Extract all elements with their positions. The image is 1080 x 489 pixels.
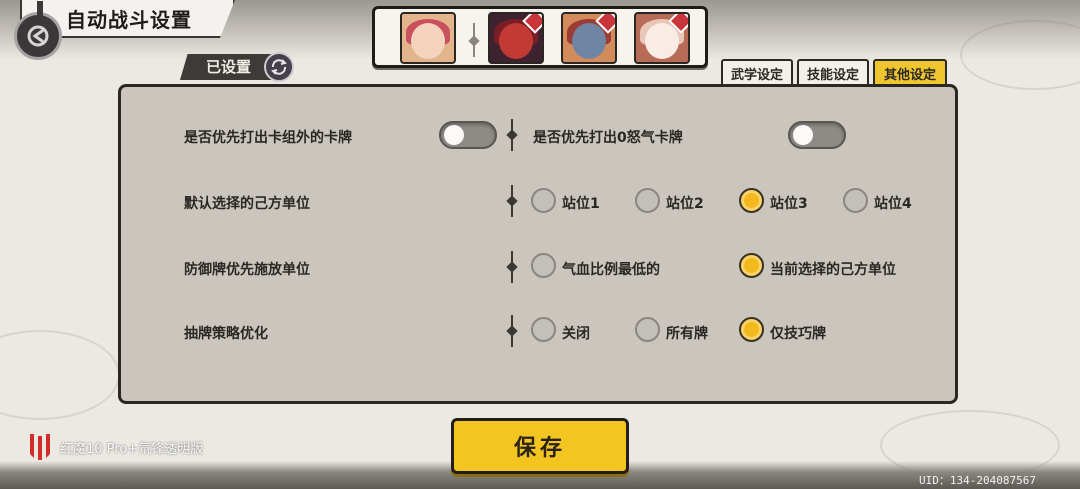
row-separator: [511, 251, 513, 283]
back-button[interactable]: [14, 1, 62, 60]
radio-position-4-label: 站位4: [874, 196, 912, 212]
settings-panel: 是否优先打出卡组外的卡牌 是否优先打出0怒气卡牌 默认选择的己方单位 站位1 站…: [118, 84, 958, 404]
configured-label: 已设置: [180, 54, 275, 80]
portrait-face: [499, 22, 533, 59]
user-id: UID：134-204087567: [919, 474, 1036, 487]
tab-other-settings[interactable]: 其他设定: [873, 59, 947, 85]
radio-position-4[interactable]: [843, 188, 868, 213]
radio-draw-all[interactable]: [635, 317, 660, 342]
radio-current-ally-label: 当前选择的己方单位: [770, 262, 896, 278]
cloud-decoration: [0, 330, 120, 420]
spirit-card-portrait[interactable]: [634, 12, 690, 64]
tab-skill-settings[interactable]: 技能设定: [797, 59, 869, 85]
team-portrait-strip: [372, 6, 708, 68]
page-title: 自动战斗设置: [66, 8, 192, 32]
swap-icon[interactable]: [264, 52, 294, 82]
radio-draw-skill-only-label: 仅技巧牌: [770, 326, 826, 342]
radio-lowest-hp[interactable]: [531, 253, 556, 278]
default-ally-label: 默认选择的己方单位: [184, 196, 310, 212]
tab-martial-settings[interactable]: 武学设定: [721, 59, 793, 85]
device-watermark: 红魔10 Pro+氘锋透明版: [26, 432, 203, 462]
prioritize-outside-deck-label: 是否优先打出卡组外的卡牌: [184, 130, 352, 146]
toggle-knob: [444, 125, 464, 145]
prioritize-outside-deck-toggle[interactable]: [439, 121, 497, 149]
radio-draw-skill-only[interactable]: [739, 317, 764, 342]
radio-lowest-hp-label: 气血比例最低的: [562, 262, 660, 278]
radio-position-2-label: 站位2: [666, 196, 704, 212]
radio-draw-off-label: 关闭: [562, 326, 590, 342]
radio-draw-all-label: 所有牌: [666, 326, 708, 342]
row-separator: [511, 315, 513, 347]
toggle-knob: [793, 125, 813, 145]
radio-position-3[interactable]: [739, 188, 764, 213]
radio-position-2[interactable]: [635, 188, 660, 213]
radio-position-1[interactable]: [531, 188, 556, 213]
prioritize-zero-rage-toggle[interactable]: [788, 121, 846, 149]
draw-strategy-label: 抽牌策略优化: [184, 326, 268, 342]
radio-draw-off[interactable]: [531, 317, 556, 342]
beast-card-portrait[interactable]: [561, 12, 617, 64]
swap-arrows-icon: [271, 59, 287, 75]
red-magic-logo-icon: [30, 434, 50, 460]
watermark-text: 红魔10 Pro+氘锋透明版: [60, 441, 204, 457]
team-divider: [473, 23, 475, 57]
back-button-pin: [37, 1, 43, 17]
row-separator: [511, 185, 513, 217]
cloud-decoration: [880, 410, 1060, 480]
portrait-face: [572, 22, 606, 59]
radio-position-3-label: 站位3: [770, 196, 808, 212]
portrait-face: [411, 22, 445, 59]
back-arrow-icon: [27, 25, 49, 47]
radio-position-1-label: 站位1: [562, 196, 600, 212]
radio-current-ally[interactable]: [739, 253, 764, 278]
demon-card-portrait[interactable]: [488, 12, 544, 64]
defense-card-target-label: 防御牌优先施放单位: [184, 262, 310, 278]
row-separator: [511, 119, 513, 151]
portrait-face: [645, 22, 679, 59]
hero-portrait[interactable]: [400, 12, 456, 64]
save-button[interactable]: 保存: [451, 418, 629, 474]
prioritize-zero-rage-label: 是否优先打出0怒气卡牌: [533, 130, 683, 146]
